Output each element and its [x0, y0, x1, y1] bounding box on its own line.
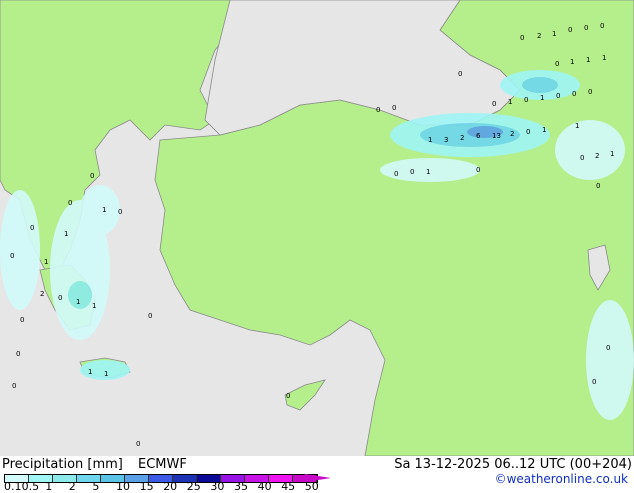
point-value: 1: [552, 30, 556, 38]
scale-tick-label: 1: [45, 480, 53, 493]
point-value: 0: [12, 382, 16, 390]
point-value: 0: [524, 96, 528, 104]
point-value: 1: [102, 206, 106, 214]
point-value: 2: [537, 32, 541, 40]
valid-time: Sa 13-12-2025 06..12 UTC (00+204): [394, 457, 632, 472]
point-value: 1: [88, 368, 92, 376]
point-value: 1: [44, 258, 48, 266]
point-value: 1: [92, 302, 96, 310]
scale-tick-label: 10: [116, 480, 130, 493]
point-value: 1: [508, 98, 512, 106]
scale-tick-label: 0.1: [4, 480, 22, 493]
point-value: 0: [30, 224, 34, 232]
point-value: 0: [526, 128, 530, 136]
point-value: 0: [58, 294, 62, 302]
point-value: 0: [592, 378, 596, 386]
scale-tick-label: 35: [234, 480, 248, 493]
point-value: 0: [410, 168, 414, 176]
point-value: 1: [586, 56, 590, 64]
point-value: 0: [148, 312, 152, 320]
point-value: 0: [136, 440, 140, 448]
scale-tick-label: 5: [92, 480, 100, 493]
point-value: 0: [492, 100, 496, 108]
point-value: 1: [104, 370, 108, 378]
point-value: 0: [90, 172, 94, 180]
point-value: 6: [476, 132, 481, 140]
point-value: 2: [40, 290, 44, 298]
point-value: 0: [555, 60, 559, 68]
point-value: 1: [540, 94, 544, 102]
point-value: 0: [20, 316, 24, 324]
scale-tick-label: 20: [163, 480, 178, 493]
point-value: 0: [68, 199, 72, 207]
point-value: 0: [376, 106, 380, 114]
point-value: 0: [596, 182, 600, 190]
point-value: 0: [600, 22, 604, 30]
point-value: 0: [458, 70, 462, 78]
point-value: 0: [394, 170, 398, 178]
point-value: 1: [602, 54, 606, 62]
point-value: 0: [118, 208, 122, 216]
point-value: 1: [428, 136, 432, 144]
point-value: 2: [460, 134, 464, 142]
point-value: 0: [476, 166, 480, 174]
scale-tick-label: 50: [304, 480, 319, 493]
point-value: 0: [16, 350, 20, 358]
point-value: 1: [575, 122, 579, 130]
point-value: 13: [492, 132, 501, 140]
point-value: 0: [556, 92, 560, 100]
legend-title: Precipitation [mm]: [2, 457, 123, 472]
point-value: 2: [510, 130, 514, 138]
point-value: 1: [542, 126, 546, 134]
point-value: 1: [76, 298, 80, 306]
point-value: 2: [595, 152, 599, 160]
scale-tick-label: 30: [210, 480, 225, 493]
point-value: 0: [580, 154, 584, 162]
point-value: 0: [568, 26, 572, 34]
point-value: 0: [606, 344, 610, 352]
point-value: 0: [520, 34, 524, 42]
point-value: 3: [444, 136, 448, 144]
point-value: 1: [570, 58, 574, 66]
point-value: 1: [610, 150, 614, 158]
credit-link[interactable]: ©weatheronline.co.uk: [495, 472, 628, 486]
point-value: 1: [64, 230, 68, 238]
scale-tick-label: 40: [257, 480, 272, 493]
precipitation-map: 0 2 1 0 0 00 1 1 100 0 0 1 0 1 0 0 01 3 2 6 13 2 0 1 10 2 10 0 1 0000…: [0, 0, 634, 456]
scale-tick-label: 15: [139, 480, 154, 493]
model-name: ECMWF: [138, 457, 187, 472]
scale-tick-label: 45: [281, 480, 296, 493]
point-value: 0: [572, 90, 576, 98]
point-value: 0: [286, 392, 290, 400]
scale-tick-label: 25: [186, 480, 201, 493]
point-value: 1: [426, 168, 430, 176]
point-value: 0: [584, 24, 588, 32]
point-value: 0: [392, 104, 396, 112]
point-value: 0: [588, 88, 592, 96]
point-value: 0: [10, 252, 14, 260]
scale-tick-label: 2: [68, 480, 76, 493]
scale-tick-label: 0.5: [21, 480, 40, 493]
